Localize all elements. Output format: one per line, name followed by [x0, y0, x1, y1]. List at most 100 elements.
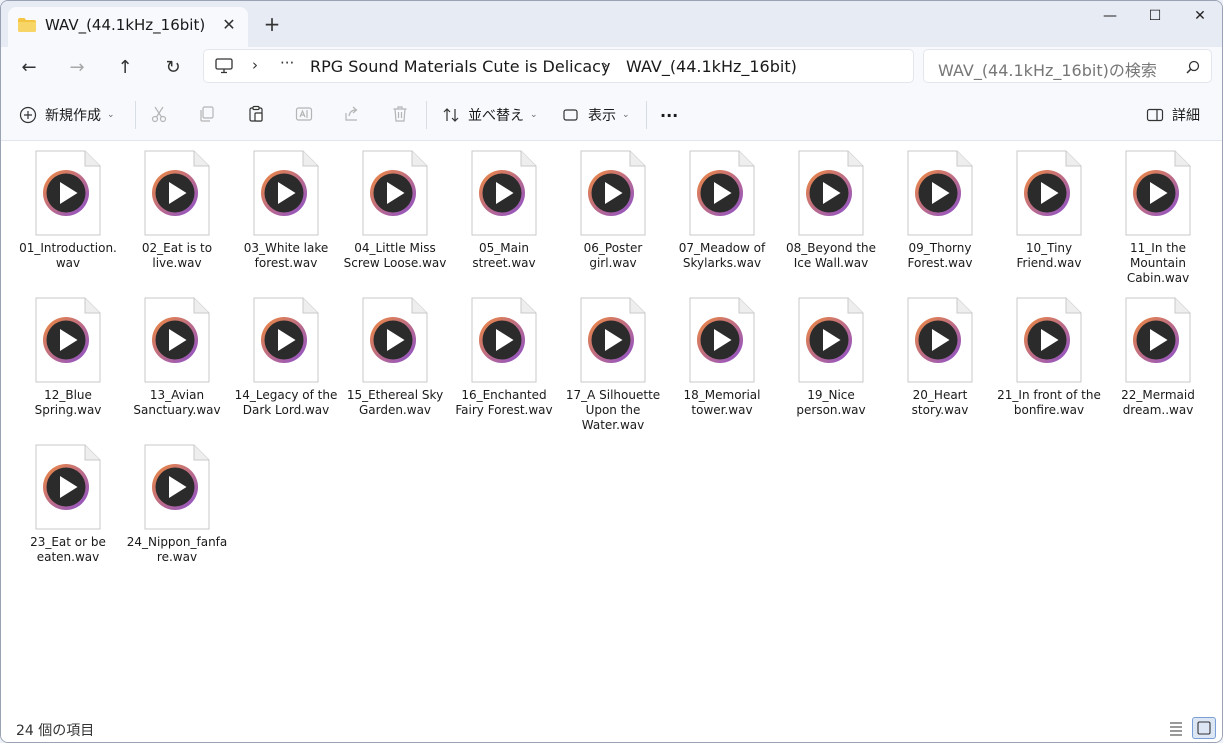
audio-file-icon [144, 150, 210, 236]
new-tab-button[interactable]: + [260, 13, 284, 37]
file-item[interactable]: 07_Meadow of Skylarks.wav [670, 150, 774, 271]
chevron-down-icon: ⌄ [622, 110, 630, 120]
file-item[interactable]: 22_Mermaid dream..wav [1106, 297, 1210, 418]
refresh-button[interactable]: ↻ [158, 53, 188, 83]
address-bar[interactable]: › ··· RPG Sound Materials Cute is Delica… [203, 49, 914, 83]
close-window-button[interactable]: ✕ [1177, 1, 1222, 33]
details-view-button[interactable] [1164, 717, 1188, 739]
audio-file-icon [798, 297, 864, 383]
search-input[interactable]: WAV_(44.1kHz_16bit)の検索 [938, 57, 1157, 81]
audio-file-icon [253, 150, 319, 236]
file-name: 20_Heart story.wav [911, 388, 969, 417]
list-view-icon [1170, 722, 1182, 736]
maximize-button[interactable]: ☐ [1132, 1, 1178, 33]
file-item[interactable]: 13_Avian Sanctuary.wav [125, 297, 229, 418]
breadcrumb-parent-folder[interactable]: RPG Sound Materials Cute is Delicacy [310, 57, 610, 76]
file-item[interactable]: 18_Memorial tower.wav [670, 297, 774, 418]
audio-file-icon [362, 150, 428, 236]
file-name: 19_Nice person.wav [796, 388, 866, 417]
file-name: 09_Thorny Forest.wav [907, 241, 973, 270]
file-item[interactable]: 08_Beyond the Ice Wall.wav [779, 150, 883, 271]
minimize-button[interactable]: — [1087, 1, 1133, 33]
audio-file-icon [907, 150, 973, 236]
file-item[interactable]: 03_White lake forest.wav [234, 150, 338, 271]
chevron-down-icon: ⌄ [107, 110, 115, 120]
sort-icon [443, 108, 459, 122]
file-item[interactable]: 11_In the Mountain Cabin.wav [1106, 150, 1210, 286]
cut-icon[interactable] [150, 105, 168, 123]
tab-close-button[interactable]: ✕ [218, 14, 240, 36]
file-item[interactable]: 02_Eat is to live.wav [125, 150, 229, 271]
file-name: 22_Mermaid dream..wav [1121, 388, 1195, 417]
file-item[interactable]: 15_Ethereal Sky Garden.wav [343, 297, 447, 418]
audio-file-icon [144, 444, 210, 530]
audio-file-icon [253, 297, 319, 383]
file-name: 02_Eat is to live.wav [141, 241, 213, 270]
file-name: 24_Nippon_fanfare.wav [126, 535, 228, 564]
navigation-bar: ← → ↑ ↻ › ··· RPG Sound Materials Cute i… [1, 47, 1222, 89]
delete-icon[interactable] [391, 105, 409, 123]
file-item[interactable]: 05_Main street.wav [452, 150, 556, 271]
file-name: 08_Beyond the Ice Wall.wav [785, 241, 877, 270]
file-item[interactable]: 21_In front of the bonfire.wav [997, 297, 1101, 418]
copy-icon[interactable] [198, 105, 216, 123]
audio-file-icon [907, 297, 973, 383]
file-item[interactable]: 24_Nippon_fanfare.wav [125, 444, 229, 565]
view-button[interactable]: 表示 ⌄ [562, 103, 630, 127]
title-bar: WAV_(44.1kHz_16bit) ✕ + — ☐ ✕ [1, 1, 1222, 47]
up-button[interactable]: ↑ [110, 53, 140, 83]
paste-icon[interactable] [247, 105, 265, 123]
audio-file-icon [471, 297, 537, 383]
file-item[interactable]: 06_Poster girl.wav [561, 150, 665, 271]
sort-button[interactable]: 並べ替え ⌄ [442, 103, 538, 127]
audio-file-icon [35, 150, 101, 236]
search-icon [1186, 60, 1200, 74]
new-button[interactable]: 新規作成 ⌄ [19, 103, 115, 127]
file-item[interactable]: 01_Introduction.wav [16, 150, 120, 271]
file-name: 07_Meadow of Skylarks.wav [678, 241, 766, 270]
audio-file-icon [471, 150, 537, 236]
audio-file-icon [1125, 150, 1191, 236]
file-name: 04_Little Miss Screw Loose.wav [343, 241, 447, 270]
computer-icon [215, 58, 233, 74]
status-bar: 24 個の項目 [1, 712, 1222, 742]
file-name: 21_In front of the bonfire.wav [997, 388, 1101, 417]
audio-file-icon [35, 444, 101, 530]
folder-icon [18, 18, 36, 32]
breadcrumb-current-folder[interactable]: WAV_(44.1kHz_16bit) [626, 57, 797, 76]
file-name: 14_Legacy of the Dark Lord.wav [234, 388, 338, 417]
forward-button[interactable]: → [62, 53, 92, 83]
file-name: 13_Avian Sanctuary.wav [133, 388, 221, 417]
file-item[interactable]: 12_Blue Spring.wav [16, 297, 120, 418]
back-button[interactable]: ← [14, 53, 44, 83]
file-name: 18_Memorial tower.wav [683, 388, 761, 417]
file-item[interactable]: 17_A Silhouette Upon the Water.wav [561, 297, 665, 433]
file-item[interactable]: 16_Enchanted Fairy Forest.wav [452, 297, 556, 418]
file-item[interactable]: 20_Heart story.wav [888, 297, 992, 418]
audio-file-icon [1016, 150, 1082, 236]
file-name: 23_Eat or be eaten.wav [30, 535, 106, 564]
large-icons-view-button[interactable] [1192, 717, 1216, 739]
file-item[interactable]: 09_Thorny Forest.wav [888, 150, 992, 271]
file-item[interactable]: 23_Eat or be eaten.wav [16, 444, 120, 565]
breadcrumb-overflow-button[interactable]: ··· [280, 54, 294, 72]
file-item[interactable]: 04_Little Miss Screw Loose.wav [343, 150, 447, 271]
file-name: 03_White lake forest.wav [243, 241, 329, 270]
details-pane-icon [1146, 108, 1164, 122]
more-options-button[interactable]: ··· [660, 103, 678, 127]
search-box[interactable]: WAV_(44.1kHz_16bit)の検索 [923, 49, 1212, 83]
tab-current-folder[interactable]: WAV_(44.1kHz_16bit) ✕ [8, 7, 248, 47]
command-bar: 新規作成 ⌄ 並べ替え ⌄ 表示 ⌄ ··· 詳細 [1, 89, 1222, 141]
share-icon[interactable] [343, 105, 361, 123]
file-item[interactable]: 10_Tiny Friend.wav [997, 150, 1101, 271]
file-item[interactable]: 14_Legacy of the Dark Lord.wav [234, 297, 338, 418]
audio-file-icon [362, 297, 428, 383]
details-pane-button[interactable]: 詳細 [1146, 103, 1200, 127]
chevron-down-icon: ⌄ [530, 110, 538, 120]
file-name: 05_Main street.wav [472, 241, 536, 270]
details-button-label: 詳細 [1172, 108, 1200, 124]
audio-file-icon [798, 150, 864, 236]
rename-icon[interactable] [295, 105, 313, 123]
file-item[interactable]: 19_Nice person.wav [779, 297, 883, 418]
toolbar-divider [646, 101, 647, 129]
